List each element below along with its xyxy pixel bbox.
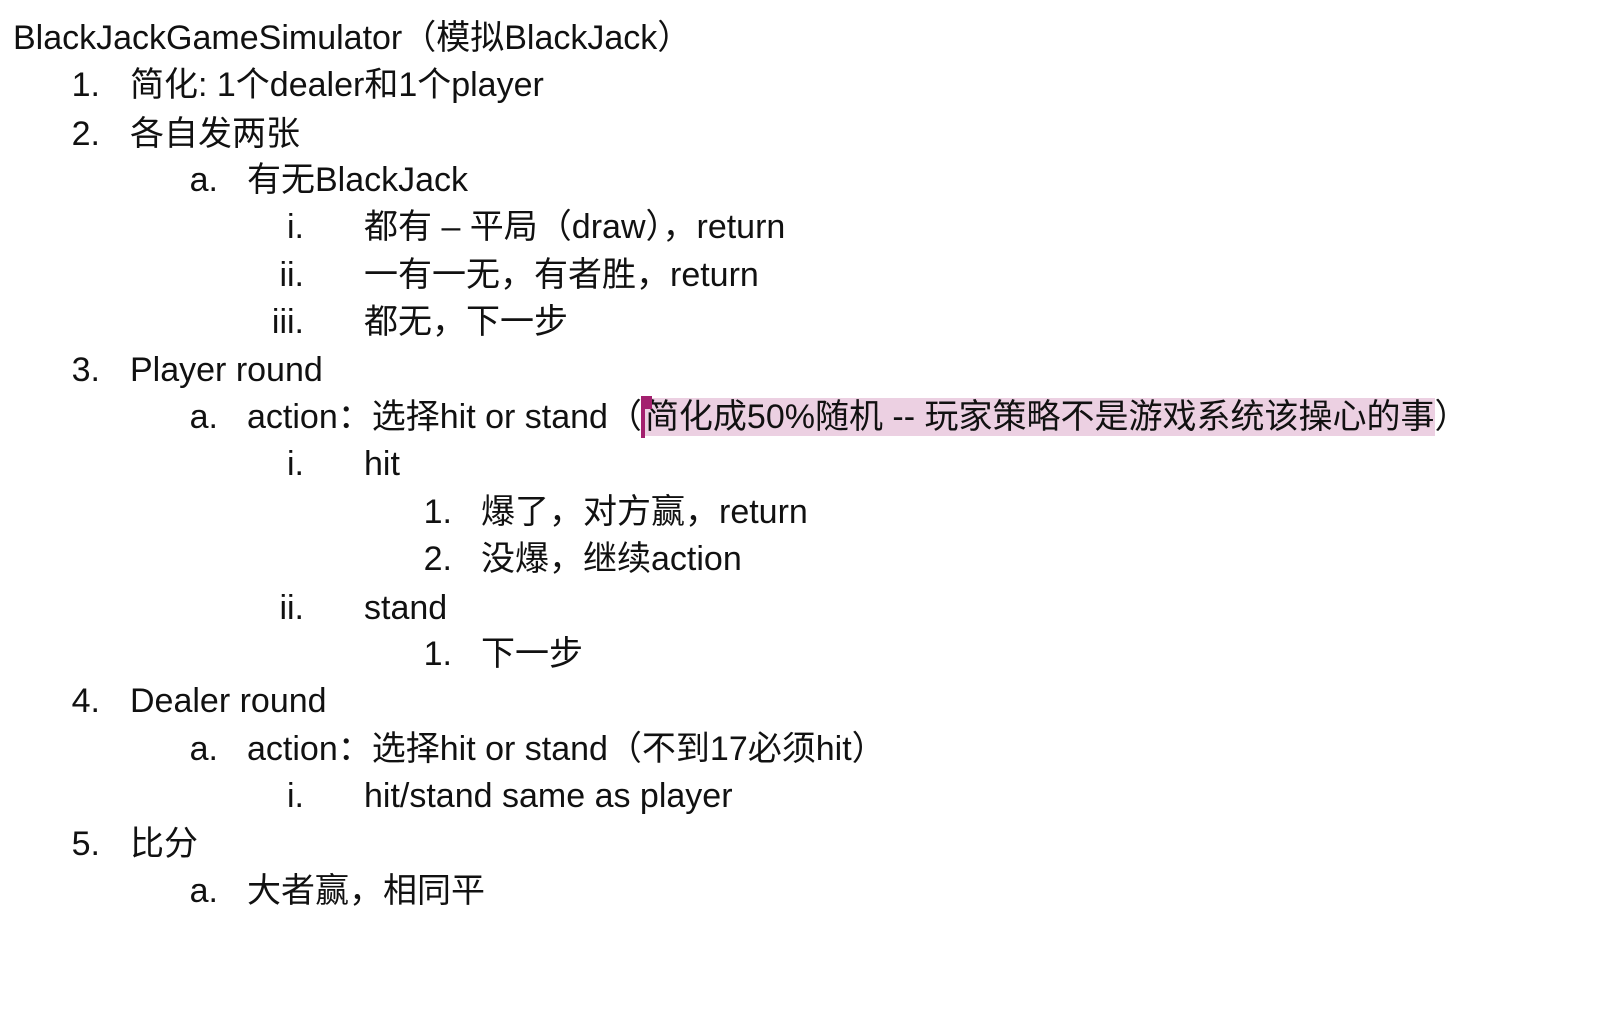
- list-item-text: 都无，下一步: [364, 303, 568, 341]
- list-item-text: Player round: [130, 351, 323, 389]
- list-marker: 4.: [71, 682, 100, 720]
- list-item-text: 有无BlackJack: [247, 161, 469, 199]
- list-marker: a.: [189, 398, 218, 436]
- list-marker: i.: [287, 208, 304, 246]
- list-item-text: 下一步: [481, 635, 583, 673]
- list-item-text: 各自发两张: [130, 115, 300, 153]
- list-item-text: hit/stand same as player: [364, 777, 733, 815]
- list-marker: 5.: [71, 825, 100, 863]
- list-marker: iii.: [271, 303, 304, 341]
- list-item-text: action：选择hit or stand（不到17必须hit）: [247, 730, 886, 768]
- list-item-text: 简化: 1个dealer和1个player: [130, 66, 544, 104]
- list-marker: i.: [287, 445, 304, 483]
- list-item-text: 都有 – 平局（draw），return: [364, 208, 786, 246]
- list-marker: a.: [189, 161, 218, 199]
- list-marker: 2.: [71, 115, 100, 153]
- list-marker: 1.: [423, 635, 452, 673]
- list-item-text: stand: [364, 589, 448, 627]
- list-marker: a.: [189, 872, 218, 910]
- list-item-text: 爆了，对方赢，return: [481, 493, 808, 531]
- list-marker: 3.: [71, 351, 100, 389]
- list-marker: 1.: [423, 493, 452, 531]
- list-item-text: Dealer round: [130, 682, 327, 720]
- list-item-text: 比分: [130, 825, 198, 863]
- text-cursor: [640, 396, 652, 438]
- text-before-selection: action：选择hit or stand（: [247, 398, 642, 436]
- list-marker: ii.: [279, 589, 304, 627]
- list-item-text: 大者赢，相同平: [247, 872, 485, 910]
- list-marker: i.: [287, 777, 304, 815]
- list-marker: 2.: [423, 540, 452, 578]
- list-item-text: 一有一无，有者胜，return: [364, 256, 759, 294]
- document-canvas[interactable]: BlackJackGameSimulator（模拟BlackJack） 1. 简…: [0, 0, 1608, 1012]
- list-item-text-with-selection[interactable]: action：选择hit or stand（简化成50%随机 -- 玩家策略不是…: [247, 396, 1469, 438]
- text-after-selection: ）: [1434, 398, 1469, 436]
- list-marker: a.: [189, 730, 218, 768]
- list-item-text: 没爆，继续action: [481, 540, 742, 578]
- highlighted-selection[interactable]: 简化成50%随机 -- 玩家策略不是游戏系统该操心的事: [644, 398, 1435, 436]
- list-marker: 1.: [71, 66, 100, 104]
- list-item-text: hit: [364, 445, 400, 483]
- document-title: BlackJackGameSimulator（模拟BlackJack）: [13, 19, 692, 57]
- list-marker: ii.: [279, 256, 304, 294]
